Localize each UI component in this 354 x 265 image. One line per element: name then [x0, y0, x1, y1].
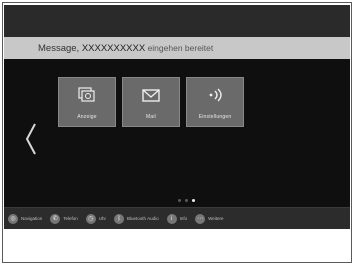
- bottom-item-navigation[interactable]: ◎ Navigation: [4, 208, 46, 229]
- main-content: Anzeige Mail Einstellungen: [4, 59, 350, 207]
- page-dot-active: [192, 199, 195, 202]
- app-tiles: Anzeige Mail Einstellungen: [58, 77, 244, 127]
- phone-icon: ✆: [50, 213, 61, 224]
- clock-icon: ◷: [85, 213, 96, 224]
- page-dot: [185, 199, 188, 202]
- page-dot: [178, 199, 181, 202]
- bottom-bar: ◎ Navigation ✆ Telefon ◷ Uhr ᛒ Bluetooth…: [4, 207, 350, 229]
- tile-display[interactable]: Anzeige: [58, 77, 116, 127]
- sound-settings-icon: [204, 85, 226, 105]
- back-arrow-icon[interactable]: [22, 121, 40, 157]
- bottom-item-more[interactable]: ⋯ Weitere: [191, 208, 227, 229]
- envelope-icon: [140, 85, 162, 105]
- navigation-icon: ◎: [8, 213, 18, 224]
- bottom-item-clock[interactable]: ◷ Uhr: [82, 208, 110, 229]
- stacked-screens-icon: [76, 85, 98, 105]
- bottom-item-bluetooth[interactable]: ᛒ Bluetooth Audio: [110, 208, 163, 229]
- tile-mail[interactable]: Mail: [122, 77, 180, 127]
- more-icon: ⋯: [195, 213, 206, 224]
- page-indicator: [178, 199, 195, 202]
- tile-label: Mail: [146, 114, 156, 120]
- bottom-item-info[interactable]: i Info: [163, 208, 192, 229]
- tile-settings[interactable]: Einstellungen: [186, 77, 244, 127]
- infotainment-screen: Message, XXXXXXXXXX eingehen bereitet An…: [4, 5, 350, 257]
- lower-margin: [4, 229, 350, 257]
- tile-label: Anzeige: [77, 114, 97, 120]
- notification-banner[interactable]: Message, XXXXXXXXXX eingehen bereitet: [4, 37, 350, 59]
- bottom-item-phone[interactable]: ✆ Telefon: [46, 208, 82, 229]
- info-icon: i: [166, 213, 177, 224]
- bluetooth-icon: ᛒ: [114, 213, 125, 224]
- tile-label: Einstellungen: [198, 114, 232, 120]
- notification-text: Message, XXXXXXXXXX eingehen bereitet: [38, 42, 214, 54]
